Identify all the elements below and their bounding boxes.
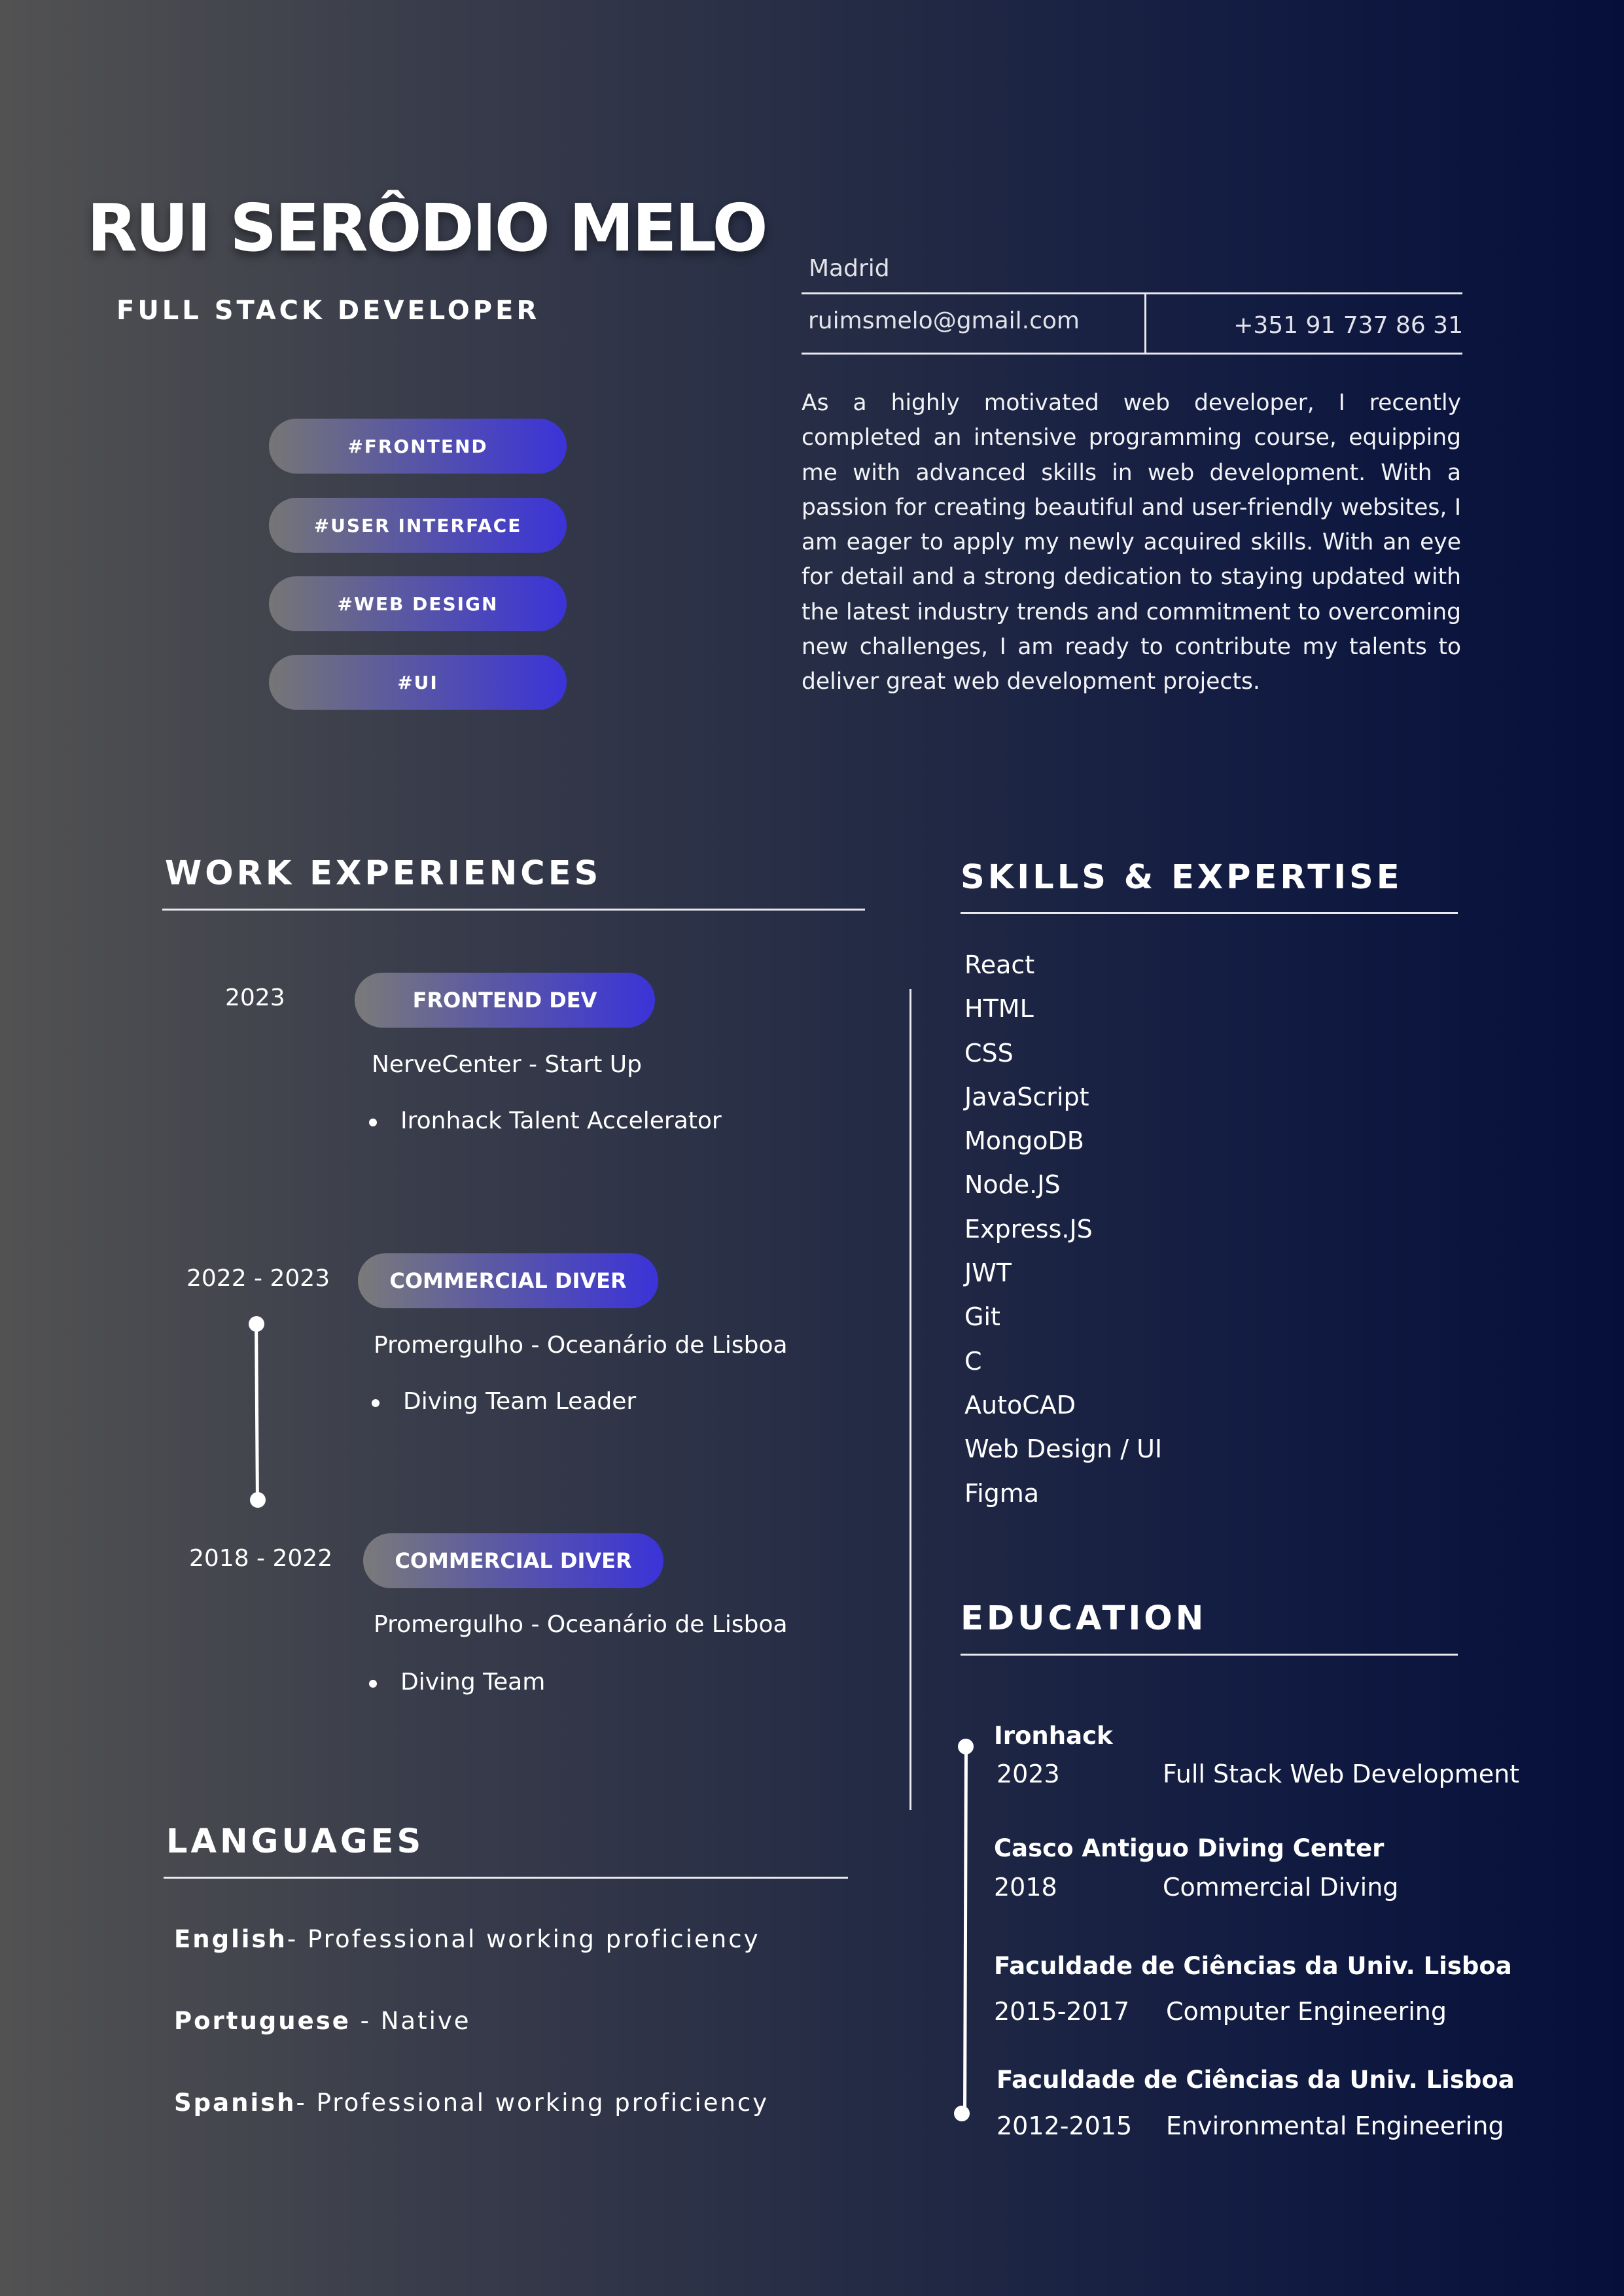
education-years: 2023 [997,1760,1060,1788]
education-school: Faculdade de Ciências da Univ. Lisboa [994,1952,1512,1980]
section-title-work: WORK EXPERIENCES [165,854,602,893]
education-divider [961,1654,1458,1656]
tag-frontend: #FRONTEND [269,419,567,474]
column-divider [909,989,911,1810]
timeline-dot [250,1492,266,1508]
skill-item: JWT [964,1259,1012,1288]
section-title-education: EDUCATION [961,1599,1207,1638]
work-bullet: Diving Team Leader [371,1388,637,1415]
contact-divider-top [802,292,1462,294]
job-title: FULL STACK DEVELOPER [116,296,540,326]
tag-user-interface: #USER INTERFACE [269,498,567,553]
work-company: Promergulho - Oceanário de Lisboa [374,1611,788,1638]
education-degree: Commercial Diving [1163,1873,1399,1902]
work-role-badge: FRONTEND DEV [355,973,655,1028]
languages-divider [164,1877,848,1879]
language-english: English- Professional working proficienc… [174,1925,760,1953]
skill-item: JavaScript [964,1082,1089,1111]
skill-item: Node.JS [964,1170,1061,1200]
language-spanish: Spanish- Professional working proficienc… [174,2089,769,2117]
language-level: - Professional working proficiency [287,1925,760,1953]
education-timeline-line [963,1746,968,2113]
education-years: 2015-2017 [994,1997,1130,2026]
language-level: - Professional working proficiency [296,2089,769,2117]
work-company: Promergulho - Oceanário de Lisboa [374,1332,788,1359]
skill-item: C [964,1346,982,1376]
education-school: Faculdade de Ciências da Univ. Lisboa [997,2066,1515,2094]
skill-item: MongoDB [964,1126,1084,1156]
skill-item: CSS [964,1038,1014,1068]
contact-separator [1144,292,1146,354]
timeline-dot [954,2106,970,2121]
education-school: Ironhack [994,1722,1113,1750]
language-name: Spanish [174,2089,296,2117]
work-bullet: Ironhack Talent Accelerator [369,1107,722,1134]
contact-email: ruimsmelo@gmail.com [808,307,1080,334]
education-degree: Computer Engineering [1166,1997,1447,2026]
skills-list: React HTML CSS JavaScript MongoDB Node.J… [964,943,1162,1516]
contact-divider-bottom [802,353,1462,355]
work-years: 2018 - 2022 [189,1545,333,1572]
skill-item: Figma [964,1478,1040,1508]
skill-item: AutoCAD [964,1390,1076,1419]
section-title-languages: LANGUAGES [166,1822,425,1861]
work-bullet: Diving Team [368,1669,546,1696]
language-level: - Native [350,2007,471,2035]
work-timeline-line [255,1323,259,1500]
candidate-name: RUI SERÔDIO MELO [87,190,768,266]
contact-phone: +351 91 737 86 31 [1233,312,1463,339]
skill-item: Express.JS [964,1214,1093,1244]
education-years: 2018 [994,1873,1057,1902]
skills-divider [961,912,1458,914]
education-years: 2012-2015 [997,2112,1133,2140]
skill-item: Git [964,1302,1000,1332]
education-school: Casco Antiguo Diving Center [994,1834,1385,1862]
education-degree: Full Stack Web Development [1163,1760,1520,1788]
profile-summary: As a highly motivated web developer, I r… [802,390,1461,695]
skill-item: HTML [964,994,1034,1024]
work-divider [162,909,865,911]
work-role-badge: COMMERCIAL DIVER [363,1533,663,1588]
skill-item: Web Design / UI [964,1435,1163,1464]
contact-city: Madrid [809,255,890,282]
work-company: NerveCenter - Start Up [372,1051,642,1078]
work-role-badge: COMMERCIAL DIVER [358,1253,658,1308]
language-portuguese: Portuguese - Native [174,2007,471,2035]
section-title-skills: SKILLS & EXPERTISE [961,858,1403,897]
language-name: Portuguese [174,2007,351,2035]
work-years: 2023 [225,984,285,1011]
skill-item: React [964,950,1035,979]
tag-ui: #UI [269,655,567,710]
education-degree: Environmental Engineering [1166,2112,1504,2140]
work-years: 2022 - 2023 [186,1265,330,1292]
language-name: English [174,1925,287,1953]
tag-web-design: #WEB DESIGN [269,576,567,631]
